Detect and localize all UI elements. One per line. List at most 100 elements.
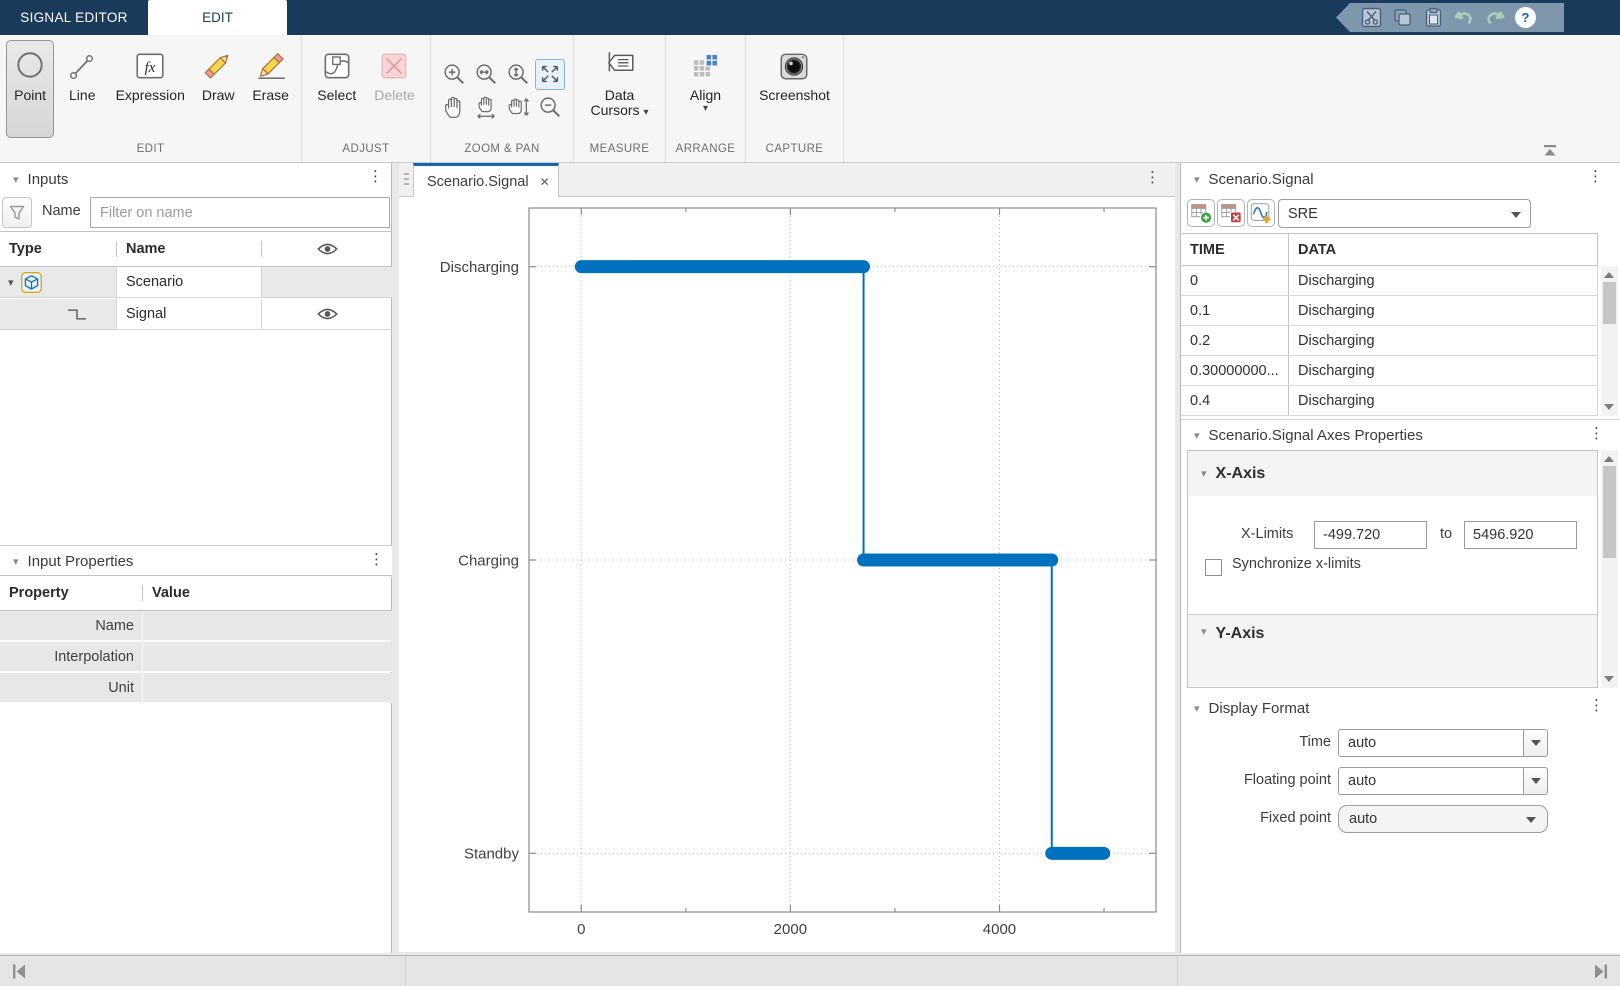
collapse-icon[interactable]: ▾ [1201,625,1207,638]
document-tab-strip: Scenario.Signal ✕ ⋮ [399,163,1175,197]
axes-scrollbar[interactable] [1601,450,1618,688]
table-row[interactable]: 0 Discharging [1181,266,1598,296]
x-limit-from-input[interactable] [1314,521,1427,549]
collapse-icon[interactable]: ▾ [13,173,19,186]
filter-button[interactable] [2,197,32,228]
time-format-combo[interactable]: auto [1338,729,1524,757]
scroll-down-icon[interactable] [1604,404,1614,410]
scroll-up-icon[interactable] [1604,272,1614,278]
table-row-signal[interactable]: Signal [0,299,392,330]
input-properties-menu[interactable]: ⋮ [369,552,379,567]
collapse-icon[interactable]: ▾ [1194,429,1200,442]
pan-y-icon[interactable] [503,92,533,123]
col-header-data[interactable]: DATA [1289,234,1597,265]
paste-icon[interactable] [1422,7,1444,29]
signal-panel-menu[interactable]: ⋮ [1588,169,1598,184]
table-scrollbar[interactable] [1601,266,1618,416]
go-to-start-icon[interactable] [10,963,28,980]
delete-row-icon [1219,201,1243,225]
table-row-scenario[interactable]: ▾ Scenario [0,267,392,298]
signal-step-chart[interactable]: 020004000StandbyChargingDischarging [399,197,1175,952]
inputs-panel-menu[interactable]: ⋮ [368,169,378,184]
table-row[interactable]: 0.2 Discharging [1181,326,1598,356]
point-button[interactable]: Point [6,40,54,138]
line-button[interactable]: Line [58,40,106,138]
signal-select-combo[interactable]: SRE [1278,199,1531,228]
col-header-name[interactable]: Name [117,241,262,257]
property-row-name[interactable]: Name [0,611,392,641]
zoom-in-icon[interactable] [439,59,469,90]
signal-chart-area[interactable]: 020004000StandbyChargingDischarging [399,197,1175,952]
col-header-type[interactable]: Type [0,241,117,257]
property-row-unit[interactable]: Unit [0,673,392,703]
property-value[interactable] [143,611,392,640]
select-button[interactable]: Select [310,40,363,138]
tab-strip-menu[interactable]: ⋮ [1145,170,1155,185]
table-row[interactable]: 0.4 Discharging [1181,386,1598,416]
zoom-in-y-icon[interactable] [503,59,533,90]
data-cursors-button[interactable]: Data Cursors ▾ [582,40,658,138]
row-name[interactable]: Scenario [117,267,262,297]
y-axis-section[interactable]: ▾ Y-Axis [1188,614,1597,688]
tab-signal-editor[interactable]: SIGNAL EDITOR [0,0,148,35]
help-icon[interactable]: ? [1515,7,1536,28]
scrollbar-thumb[interactable] [1603,466,1616,558]
table-row[interactable]: 0.30000000... Discharging [1181,356,1598,386]
collapse-icon[interactable]: ▾ [13,555,19,568]
property-value[interactable] [143,673,392,702]
synchronize-x-limits-checkbox[interactable] [1205,559,1222,576]
pan-x-icon[interactable] [471,92,501,123]
add-signal-button[interactable] [1247,199,1275,227]
collapse-ribbon-button[interactable] [1540,142,1560,158]
inputs-table-header: Type Name [0,231,392,267]
expand-arrow-icon[interactable]: ▾ [8,276,14,289]
zoom-out-icon[interactable] [535,92,565,123]
x-limit-to-input[interactable] [1464,521,1577,549]
display-format-menu[interactable]: ⋮ [1589,698,1599,713]
copy-icon[interactable] [1391,7,1413,29]
zoom-in-x-icon[interactable] [471,59,501,90]
scroll-up-icon[interactable] [1604,456,1614,462]
data-cursors-icon [602,48,638,84]
x-axis-section[interactable]: ▾ X-Axis [1188,451,1597,496]
close-tab-icon[interactable]: ✕ [540,175,550,189]
property-row-interpolation[interactable]: Interpolation [0,642,392,672]
table-row[interactable]: 0.1 Discharging [1181,296,1598,326]
visibility-toggle[interactable] [262,299,392,329]
axes-properties-header: ▾ Scenario.Signal Axes Properties ⋮ [1181,419,1620,451]
undo-icon[interactable] [1453,7,1475,29]
fixed-point-combo[interactable]: auto [1338,805,1548,833]
collapse-icon[interactable]: ▾ [1194,702,1200,715]
time-format-dropdown-button[interactable] [1523,729,1548,757]
redo-icon[interactable] [1484,7,1506,29]
pan-icon[interactable] [439,92,469,123]
collapse-icon[interactable]: ▾ [1201,467,1207,480]
property-value[interactable] [143,642,392,671]
fit-to-view-icon[interactable] [535,59,565,90]
floating-point-combo[interactable]: auto [1338,767,1524,795]
row-name[interactable]: Signal [117,299,262,329]
col-header-visibility[interactable] [262,242,392,256]
expression-button[interactable]: fx Expression [110,40,190,138]
filter-input[interactable] [90,197,390,228]
section-label-adjust: ADJUST [302,140,430,162]
erase-button[interactable]: Erase [246,40,295,138]
floating-point-dropdown-button[interactable] [1523,767,1548,795]
delete-button[interactable]: Delete [367,40,421,138]
cut-icon[interactable] [1360,7,1382,29]
go-to-end-icon[interactable] [1592,963,1610,980]
delete-row-button[interactable] [1217,199,1245,227]
col-header-time[interactable]: TIME [1181,234,1289,265]
draw-button[interactable]: Draw [194,40,242,138]
scrollbar-thumb[interactable] [1603,282,1616,324]
axes-properties-body: ▾ X-Axis X-Limits to Synchronize x-limit… [1187,450,1598,688]
collapse-icon[interactable]: ▾ [1194,173,1200,186]
tab-scenario-signal[interactable]: Scenario.Signal ✕ [413,163,559,197]
align-button[interactable]: Align ▾ [681,40,731,138]
scroll-down-icon[interactable] [1604,676,1614,682]
tab-edit[interactable]: EDIT [148,0,287,35]
add-row-button[interactable] [1187,199,1215,227]
panel-drag-handle[interactable] [404,173,409,188]
screenshot-button[interactable]: Screenshot [752,40,837,138]
axes-properties-menu[interactable]: ⋮ [1589,426,1599,441]
